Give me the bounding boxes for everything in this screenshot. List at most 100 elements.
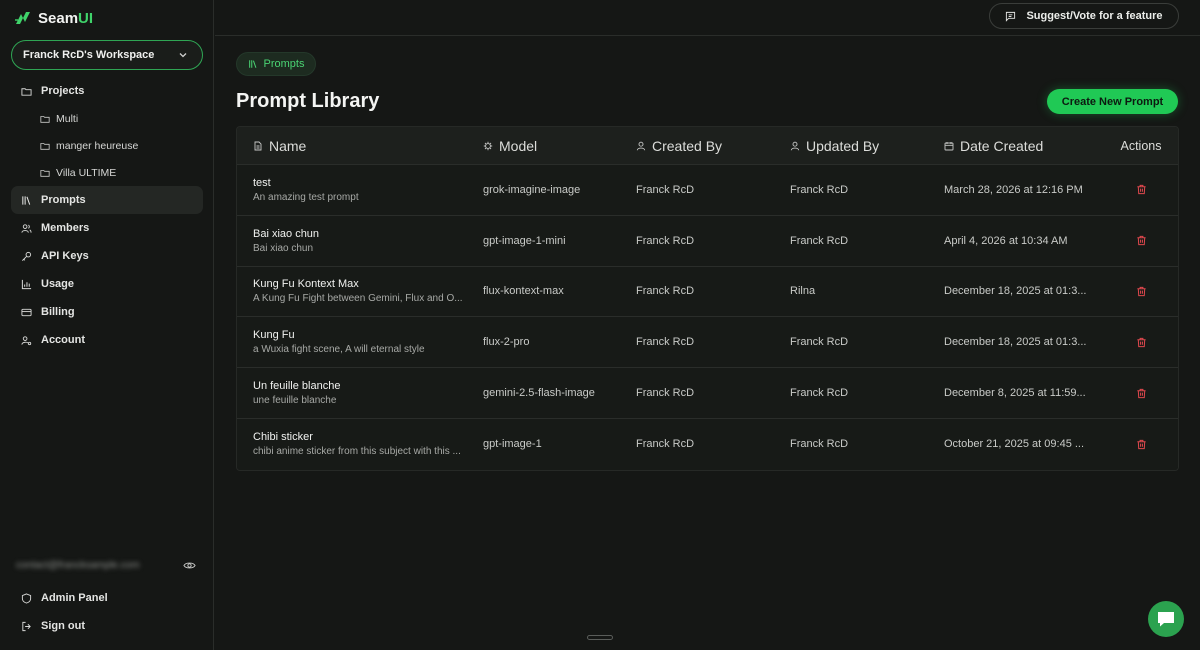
cell-name: Un feuille blanche une feuille blanche — [237, 380, 483, 406]
book-icon — [248, 60, 256, 68]
column-label: Updated By — [806, 137, 880, 154]
cell-updated-by: Franck RcD — [790, 234, 849, 247]
trash-icon[interactable] — [1136, 439, 1147, 450]
cell-model: gpt-image-1 — [483, 438, 542, 451]
cell-actions — [1104, 184, 1178, 195]
cell-created-by: Franck RcD — [636, 234, 695, 247]
prompt-name: Un feuille blanche — [253, 380, 341, 393]
column-label: Actions — [1120, 138, 1162, 153]
sidebar-item-label: Account — [41, 334, 85, 346]
column-label: Model — [499, 137, 538, 154]
prompt-description: a Wuxia fight scene, A will eternal styl… — [253, 344, 425, 356]
cell-updated-by: Franck RcD — [790, 387, 849, 400]
cell-name: Kung Fu Kontext Max A Kung Fu Fight betw… — [237, 278, 483, 304]
sidebar-item-prompts[interactable]: Prompts — [11, 186, 203, 214]
trash-icon[interactable] — [1136, 184, 1147, 195]
sidebar-item-label: Projects — [41, 85, 85, 97]
workspace-name: Franck RcD's Workspace — [23, 49, 155, 61]
column-header-updated-by[interactable]: Updated By — [790, 138, 944, 154]
trash-icon[interactable] — [1136, 235, 1147, 246]
cell-model: flux-2-pro — [483, 336, 530, 349]
table-row[interactable]: Un feuille blanche une feuille blanche g… — [237, 368, 1178, 419]
prompt-name: Kung Fu — [253, 329, 295, 342]
breadcrumb[interactable]: Prompts — [236, 52, 316, 76]
sidebar-item-project-manger-heureuse[interactable]: manger heureuse — [11, 132, 203, 159]
sidebar-item-sign-out[interactable]: Sign out — [11, 612, 203, 640]
prompt-name: test — [253, 176, 271, 189]
sidebar-item-label: API Keys — [41, 250, 89, 262]
sidebar-item-label: Members — [41, 222, 90, 234]
trash-icon[interactable] — [1136, 388, 1147, 399]
app-logo[interactable]: SeamUI — [14, 9, 93, 27]
prompt-table: Name Model Created By Updated By Date Cr… — [236, 126, 1179, 471]
sidebar-item-project-villa-ultime[interactable]: Villa ULTIME — [11, 159, 203, 186]
column-label: Date Created — [960, 137, 1044, 154]
column-label: Created By — [652, 137, 723, 154]
sidebar-item-projects[interactable]: Projects — [11, 77, 203, 105]
shield-icon — [21, 592, 32, 604]
folder-icon — [40, 169, 50, 177]
table-row[interactable]: test An amazing test prompt grok-imagine… — [237, 165, 1178, 216]
prompt-description: Bai xiao chun — [253, 242, 314, 254]
column-header-model[interactable]: Model — [483, 138, 636, 154]
eye-icon[interactable] — [183, 559, 196, 572]
chat-icon — [1158, 612, 1174, 627]
column-header-date-created[interactable]: Date Created — [944, 138, 1104, 154]
prompt-description: chibi anime sticker from this subject wi… — [253, 446, 461, 458]
trash-icon[interactable] — [1136, 337, 1147, 348]
cell-model: gemini-2.5-flash-image — [483, 387, 595, 400]
workspace-switcher[interactable]: Franck RcD's Workspace — [11, 40, 203, 70]
cell-actions — [1104, 388, 1178, 399]
sidebar-item-members[interactable]: Members — [11, 214, 203, 242]
column-header-created-by[interactable]: Created By — [636, 138, 790, 154]
cell-date-created: October 21, 2025 at 09:45 ... — [944, 438, 1085, 451]
table-row[interactable]: Kung Fu a Wuxia fight scene, A will eter… — [237, 317, 1178, 369]
logo-icon — [15, 12, 30, 24]
create-prompt-button[interactable]: Create New Prompt — [1047, 89, 1178, 114]
sidebar-item-label: Billing — [41, 306, 75, 318]
table-row[interactable]: Chibi sticker chibi anime sticker from t… — [237, 418, 1178, 470]
cell-model: flux-kontext-max — [483, 285, 564, 298]
cell-actions — [1104, 235, 1178, 246]
column-label: Name — [269, 137, 307, 154]
chat-support-button[interactable] — [1148, 601, 1184, 637]
sidebar-item-project-multi[interactable]: Multi — [11, 105, 203, 132]
cell-updated-by: Franck RcD — [790, 336, 849, 349]
bar-chart-icon — [21, 279, 32, 289]
message-square-icon — [1006, 11, 1016, 22]
cell-created-by: Franck RcD — [636, 285, 695, 298]
credit-card-icon — [21, 308, 32, 316]
breadcrumb-label: Prompts — [263, 58, 305, 70]
sidebar-item-admin-panel[interactable]: Admin Panel — [11, 584, 203, 612]
trash-icon[interactable] — [1136, 286, 1147, 297]
cell-actions — [1104, 439, 1178, 450]
cell-actions — [1104, 286, 1178, 297]
user-icon — [790, 141, 800, 150]
page-title: Prompt Library — [236, 90, 380, 112]
column-header-name[interactable]: Name — [237, 138, 483, 154]
sidebar-item-billing[interactable]: Billing — [11, 298, 203, 326]
sidebar-item-api-keys[interactable]: API Keys — [11, 242, 203, 270]
cell-date-created: December 18, 2025 at 01:3... — [944, 285, 1087, 298]
prompt-name: Chibi sticker — [253, 431, 313, 444]
sidebar-item-label: Sign out — [41, 620, 85, 632]
scroll-handle[interactable] — [587, 635, 613, 640]
cell-actions — [1104, 337, 1178, 348]
suggest-feature-button[interactable]: Suggest/Vote for a feature — [989, 3, 1179, 29]
chevron-down-icon — [179, 53, 187, 58]
sidebar: SeamUI Franck RcD's Workspace Projects M… — [0, 0, 214, 650]
sidebar-item-usage[interactable]: Usage — [11, 270, 203, 298]
sidebar-item-label: Usage — [41, 278, 75, 290]
key-icon — [22, 251, 32, 261]
sidebar-item-label: Admin Panel — [41, 592, 108, 604]
logout-icon — [22, 621, 31, 631]
cell-name: Kung Fu a Wuxia fight scene, A will eter… — [237, 329, 483, 355]
book-icon — [22, 195, 31, 205]
account-email-row: contact@francksample.com — [16, 558, 196, 572]
cell-model: grok-imagine-image — [483, 183, 581, 196]
sidebar-item-account[interactable]: Account — [11, 326, 203, 354]
cell-created-by: Franck RcD — [636, 183, 695, 196]
table-row[interactable]: Bai xiao chun Bai xiao chun gpt-image-1-… — [237, 215, 1178, 267]
table-row[interactable]: Kung Fu Kontext Max A Kung Fu Fight betw… — [237, 266, 1178, 318]
cell-date-created: April 4, 2026 at 10:34 AM — [944, 234, 1068, 247]
